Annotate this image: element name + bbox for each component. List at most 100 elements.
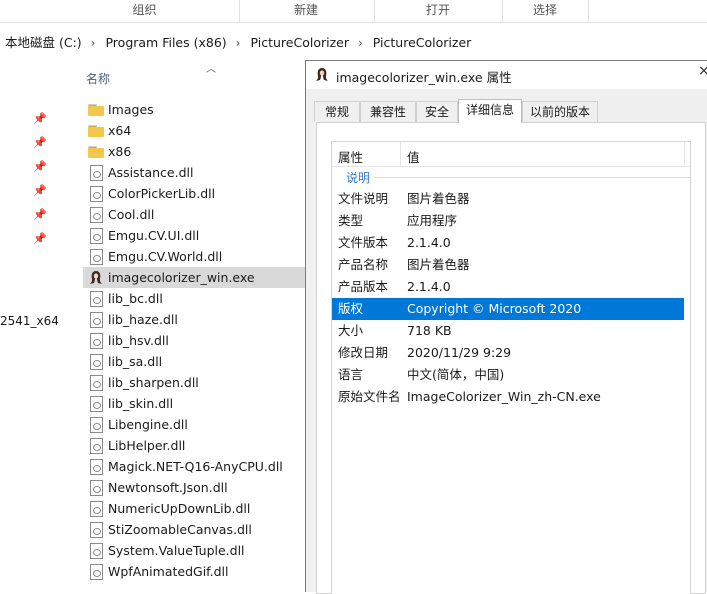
column-header-property[interactable]: 属性 [338,147,363,166]
file-item[interactable]: Magick.NET-Q16-AnyCPU.dll [83,456,306,477]
property-row[interactable]: 大小 718 KB [332,320,684,342]
column-header-value[interactable]: 值 [407,147,420,166]
file-item[interactable]: NumericUpDownLib.dll [83,498,306,519]
chevron-right-icon[interactable]: › [358,29,363,57]
file-name: ColorPickerLib.dll [108,186,216,201]
file-item[interactable]: StiZoomableCanvas.dll [83,519,306,540]
file-item[interactable]: lib_sharpen.dll [83,372,306,393]
file-list: ︿ 名称 Images x64 x86 Assistance.dll ColorPick… [80,60,306,591]
property-value: 应用程序 [407,213,458,228]
file-name: Magick.NET-Q16-AnyCPU.dll [108,459,283,474]
pin-icon[interactable]: 📌 [33,160,47,174]
file-item[interactable]: imagecolorizer_win.exe [83,267,306,288]
property-row[interactable]: 版权 Copyright © Microsoft 2020 [332,298,684,320]
breadcrumb-item[interactable]: PictureColorizer [373,29,472,57]
dll-file-icon [90,207,103,223]
file-item[interactable]: Libengine.dll [83,414,306,435]
close-icon[interactable]: × [698,63,707,79]
app-icon [90,271,102,284]
folder-icon [88,104,104,116]
tab-details[interactable]: 详细信息 [458,99,522,123]
property-value: 图片着色器 [407,191,470,206]
address-bar[interactable]: 本地磁盘 (C:) › Program Files (x86) › PictureCol… [0,29,707,57]
file-name: Images [108,102,154,117]
file-name: imagecolorizer_win.exe [108,270,255,285]
property-row[interactable]: 原始文件名 ImageColorizer_Win_zh-CN.exe [332,386,684,408]
file-name: System.ValueTuple.dll [108,543,245,558]
property-name: 修改日期 [338,345,389,360]
file-item[interactable]: Emgu.CV.World.dll [83,246,306,267]
property-name: 版权 [338,301,364,316]
file-name: x86 [108,144,132,159]
dialog-title: imagecolorizer_win.exe 属性 [336,70,512,85]
column-divider[interactable] [684,142,685,166]
column-divider[interactable] [400,142,401,166]
pin-icon[interactable]: 📌 [33,136,47,150]
file-item[interactable]: lib_haze.dll [83,309,306,330]
file-name: NumericUpDownLib.dll [108,501,251,516]
property-row[interactable]: 产品版本 2.1.4.0 [332,276,684,298]
property-row[interactable]: 修改日期 2020/11/29 9:29 [332,342,684,364]
breadcrumb-item[interactable]: 本地磁盘 (C:) [5,29,82,57]
file-name: LibHelper.dll [108,438,186,453]
tab-general[interactable]: 常规 [314,101,360,122]
folder-item[interactable]: x86 [83,141,306,162]
ribbon-group-select[interactable]: 选择 [502,0,588,22]
chevron-right-icon[interactable]: › [91,29,96,57]
file-item[interactable]: Assistance.dll [83,162,306,183]
property-row[interactable]: 类型 应用程序 [332,210,684,232]
dll-file-icon [90,228,103,244]
pin-icon[interactable]: 📌 [33,208,47,222]
property-name: 原始文件名 [338,389,401,404]
file-item[interactable]: ColorPickerLib.dll [83,183,306,204]
dll-file-icon [90,543,103,559]
ribbon-group-open[interactable]: 打开 [374,0,502,22]
dll-file-icon [90,312,103,328]
file-item[interactable]: Emgu.CV.UI.dll [83,225,306,246]
tab-previous-versions[interactable]: 以前的版本 [522,101,598,122]
section-label-description: 说明 [346,171,371,185]
property-value: Copyright © Microsoft 2020 [407,301,582,316]
property-row[interactable]: 文件版本 2.1.4.0 [332,232,684,254]
file-item[interactable]: lib_sa.dll [83,351,306,372]
file-name: Newtonsoft.Json.dll [108,480,228,495]
dll-file-icon [90,354,103,370]
file-item[interactable]: LibHelper.dll [83,435,306,456]
nav-item-label[interactable]: 2541_x64 [0,314,59,328]
file-name: StiZoomableCanvas.dll [108,522,252,537]
breadcrumb-item[interactable]: PictureColorizer [250,29,349,57]
column-header-name[interactable]: 名称 [86,70,110,87]
property-row[interactable]: 产品名称 图片着色器 [332,254,684,276]
property-value: 718 KB [407,323,452,338]
dll-file-icon [90,375,103,391]
property-row[interactable]: 文件说明 图片着色器 [332,188,684,210]
file-item[interactable]: Cool.dll [83,204,306,225]
tab-security[interactable]: 安全 [416,101,458,122]
section-divider [374,177,690,178]
property-value: 中文(简体，中国) [407,367,505,382]
pin-icon[interactable]: 📌 [33,112,47,126]
properties-dialog: imagecolorizer_win.exe 属性 × 常规 兼容性 安全 详细… [305,60,707,594]
chevron-right-icon[interactable]: › [236,29,241,57]
ribbon-group-new[interactable]: 新建 [239,0,373,22]
folder-item[interactable]: x64 [83,120,306,141]
property-value: ImageColorizer_Win_zh-CN.exe [407,389,601,404]
file-name: Cool.dll [108,207,155,222]
file-item[interactable]: WpfAnimatedGif.dll [83,561,306,582]
pin-icon[interactable]: 📌 [33,184,47,198]
tab-compatibility[interactable]: 兼容性 [360,101,416,122]
file-item[interactable]: lib_bc.dll [83,288,306,309]
file-item[interactable]: Newtonsoft.Json.dll [83,477,306,498]
file-item[interactable]: System.ValueTuple.dll [83,540,306,561]
dll-file-icon [90,291,103,307]
property-name: 类型 [338,213,364,228]
folder-item[interactable]: Images [83,99,306,120]
property-name: 产品名称 [338,257,389,272]
property-name: 产品版本 [338,279,389,294]
breadcrumb-item[interactable]: Program Files (x86) [105,29,226,57]
dll-file-icon [90,438,103,454]
pin-icon[interactable]: 📌 [33,232,47,246]
file-item[interactable]: lib_hsv.dll [83,330,306,351]
file-item[interactable]: lib_skin.dll [83,393,306,414]
property-row[interactable]: 语言 中文(简体，中国) [332,364,684,386]
